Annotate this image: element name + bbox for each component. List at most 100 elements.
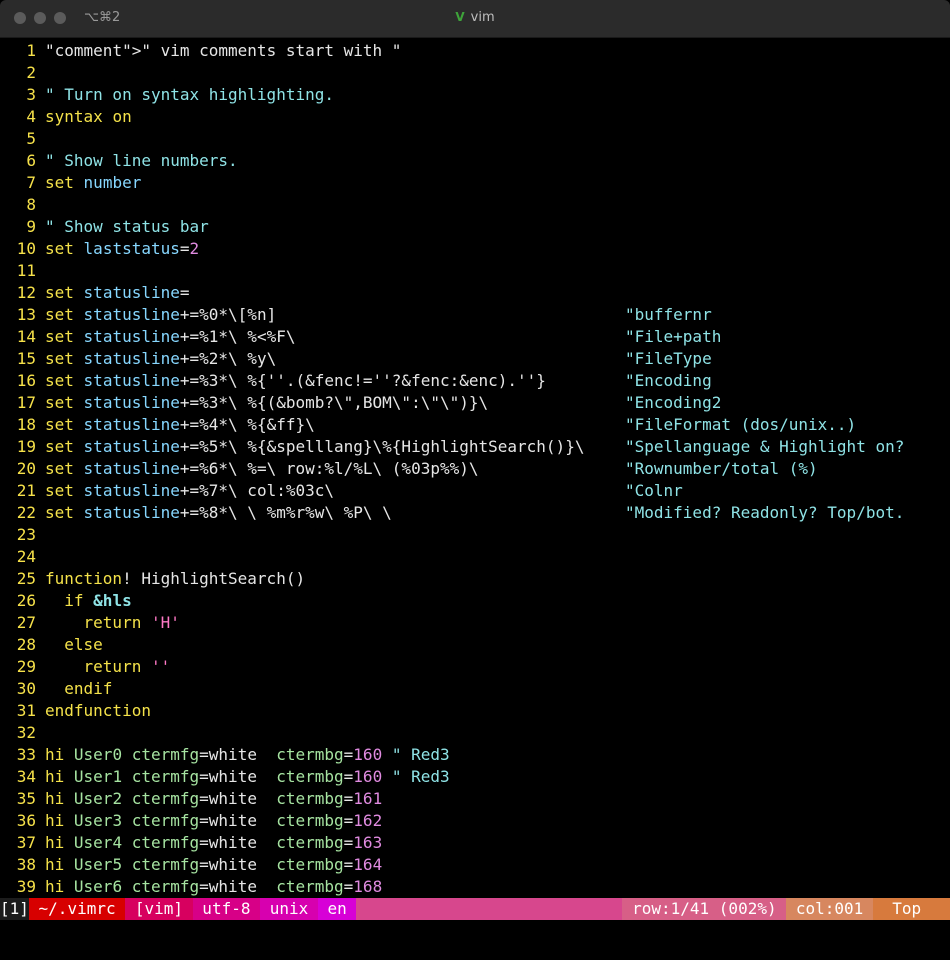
editor-line[interactable]: 39 hi User6 ctermfg=white ctermbg=168 [0, 876, 950, 898]
line-number: 24 [16, 547, 36, 566]
editor-line[interactable]: 2 [0, 62, 950, 84]
line-number: 9 [26, 217, 36, 236]
editor-line[interactable]: 16 set statusline+=%3*\ %{''.(&fenc!=''?&… [0, 370, 950, 392]
status-encoding: utf-8 [192, 898, 261, 920]
line-code: " Turn on syntax highlighting. [45, 85, 334, 104]
line-number: 25 [16, 569, 36, 588]
editor-line[interactable]: 36 hi User3 ctermfg=white ctermbg=162 [0, 810, 950, 832]
editor-line[interactable]: 24 [0, 546, 950, 568]
editor-line[interactable]: 20 set statusline+=%6*\ %=\ row:%l/%L\ (%… [0, 458, 950, 480]
status-file-path: ~/.vimrc [28, 898, 126, 920]
line-number: 39 [16, 877, 36, 896]
line-code: set statusline+=%7*\ col:%03c\ [45, 481, 334, 500]
editor-line[interactable]: 31 endfunction [0, 700, 950, 722]
editor-line[interactable]: 4 syntax on [0, 106, 950, 128]
window-title-text: vim [470, 10, 495, 25]
editor-line[interactable]: 37 hi User4 ctermfg=white ctermbg=163 [0, 832, 950, 854]
inline-comment: "buffernr [625, 305, 712, 324]
vim-logo-icon: V [455, 10, 465, 24]
line-number: 8 [26, 195, 36, 214]
editor-line[interactable]: 34 hi User1 ctermfg=white ctermbg=160 " R… [0, 766, 950, 788]
editor-line[interactable]: 11 [0, 260, 950, 282]
inline-comment: "FileType [625, 349, 712, 368]
editor-line[interactable]: 35 hi User2 ctermfg=white ctermbg=161 [0, 788, 950, 810]
line-number: 2 [26, 63, 36, 82]
inline-comment: "Encoding2 [625, 393, 722, 412]
line-number: 4 [26, 107, 36, 126]
line-number: 14 [16, 327, 36, 346]
line-number: 33 [16, 745, 36, 764]
editor-line[interactable]: 23 [0, 524, 950, 546]
editor-line[interactable]: 13 set statusline+=%0*\[%n] "buffernr [0, 304, 950, 326]
editor-line[interactable]: 3 " Turn on syntax highlighting. [0, 84, 950, 106]
status-fill [356, 898, 623, 920]
line-code: set statusline+=%0*\[%n] [45, 305, 277, 324]
line-code: return '' [83, 657, 171, 676]
editor-line[interactable]: 30 endif [0, 678, 950, 700]
inline-comment: "FileFormat (dos/unix..) [625, 415, 857, 434]
status-column-info: col:001 [786, 898, 873, 920]
line-code: hi User2 ctermfg=white ctermbg=161 [45, 789, 383, 808]
line-code: set statusline+=%2*\ %y\ [45, 349, 277, 368]
editor-line[interactable]: 1 "comment">" vim comments start with " [0, 40, 950, 62]
status-filetype: [vim] [125, 898, 193, 920]
editor-line[interactable]: 28 else [0, 634, 950, 656]
line-number: 10 [16, 239, 36, 258]
editor-line[interactable]: 7 set number [0, 172, 950, 194]
editor-line[interactable]: 19 set statusline+=%5*\ %{&spelllang}\%{H… [0, 436, 950, 458]
line-code: set statusline+=%4*\ %{&ff}\ [45, 415, 315, 434]
editor-line[interactable]: 22 set statusline+=%8*\ \ %m%r%w\ %P\ \ "M… [0, 502, 950, 524]
line-number: 30 [16, 679, 36, 698]
editor-line[interactable]: 9 " Show status bar [0, 216, 950, 238]
inline-comment: "Colnr [625, 481, 683, 500]
line-number: 36 [16, 811, 36, 830]
editor-line[interactable]: 38 hi User5 ctermfg=white ctermbg=164 [0, 854, 950, 876]
editor-line[interactable]: 6 " Show line numbers. [0, 150, 950, 172]
editor-line[interactable]: 27 return 'H' [0, 612, 950, 634]
vim-window: ⌥⌘2 Vvim 1 "comment">" vim comments start… [0, 0, 950, 960]
line-number: 18 [16, 415, 36, 434]
status-buffer-number: [1] [0, 898, 29, 920]
line-code: " Show line numbers. [45, 151, 238, 170]
line-code: set laststatus=2 [45, 239, 200, 258]
line-number: 19 [16, 437, 36, 456]
editor-line[interactable]: 25 function! HighlightSearch() [0, 568, 950, 590]
line-code: endfunction [45, 701, 151, 720]
editor-buffer[interactable]: 1 "comment">" vim comments start with " 2 3… [0, 40, 950, 898]
line-code: "comment">" vim comments start with " [45, 41, 402, 60]
line-number: 32 [16, 723, 36, 742]
status-fileformat: unix [260, 898, 318, 920]
editor-line[interactable]: 29 return '' [0, 656, 950, 678]
editor-line[interactable]: 10 set laststatus=2 [0, 238, 950, 260]
editor-line[interactable]: 14 set statusline+=%1*\ %<%F\ "File+path [0, 326, 950, 348]
line-code: set statusline+=%1*\ %<%F\ [45, 327, 296, 346]
line-number: 21 [16, 481, 36, 500]
line-code: hi User0 ctermfg=white ctermbg=160 " Red… [45, 745, 450, 764]
editor-line[interactable]: 15 set statusline+=%2*\ %y\ "FileType [0, 348, 950, 370]
editor-line[interactable]: 33 hi User0 ctermfg=white ctermbg=160 " R… [0, 744, 950, 766]
editor-line[interactable]: 26 if &hls [0, 590, 950, 612]
line-number: 7 [26, 173, 36, 192]
line-code: set statusline+=%6*\ %=\ row:%l/%L\ (%03… [45, 459, 479, 478]
line-code: hi User3 ctermfg=white ctermbg=162 [45, 811, 383, 830]
line-code: set statusline+=%8*\ \ %m%r%w\ %P\ \ [45, 503, 392, 522]
editor-line[interactable]: 21 set statusline+=%7*\ col:%03c\ "Colnr [0, 480, 950, 502]
line-code: if &hls [64, 591, 132, 610]
line-number: 28 [16, 635, 36, 654]
line-number: 16 [16, 371, 36, 390]
editor-line[interactable]: 12 set statusline= [0, 282, 950, 304]
editor-line[interactable]: 8 [0, 194, 950, 216]
line-code: set statusline= [45, 283, 190, 302]
line-code: hi User4 ctermfg=white ctermbg=163 [45, 833, 383, 852]
editor-line[interactable]: 17 set statusline+=%3*\ %{(&bomb?\",BOM\"… [0, 392, 950, 414]
line-number: 31 [16, 701, 36, 720]
line-number: 15 [16, 349, 36, 368]
line-code: return 'H' [83, 613, 180, 632]
editor-line[interactable]: 5 [0, 128, 950, 150]
line-number: 20 [16, 459, 36, 478]
line-number: 38 [16, 855, 36, 874]
editor-line[interactable]: 18 set statusline+=%4*\ %{&ff}\ "FileForma… [0, 414, 950, 436]
line-code: function! HighlightSearch() [45, 569, 306, 588]
line-code: set number [45, 173, 142, 192]
editor-line[interactable]: 32 [0, 722, 950, 744]
